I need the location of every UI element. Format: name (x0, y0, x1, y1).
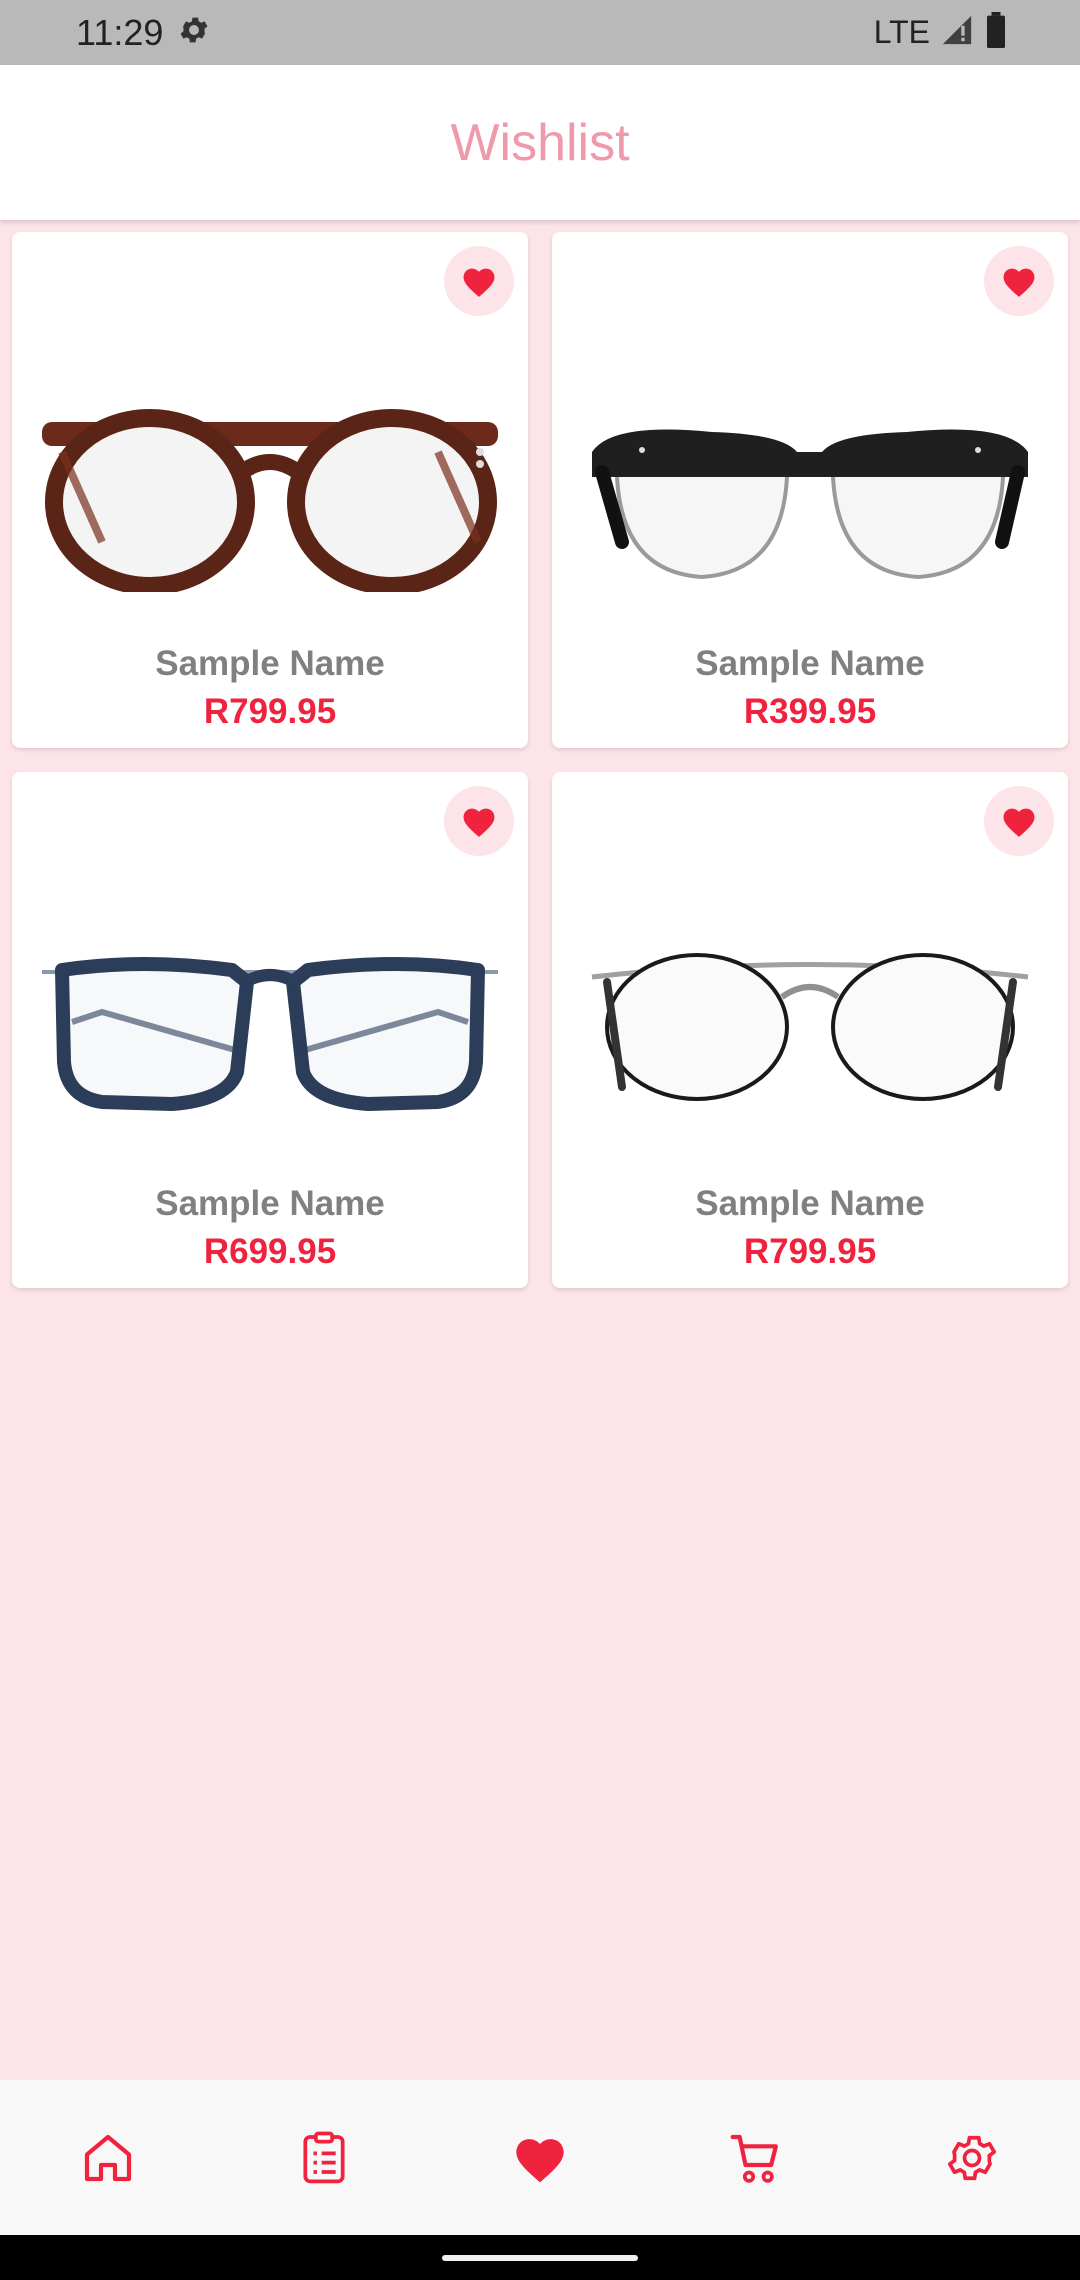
nav-orders[interactable] (274, 2108, 374, 2208)
settings-icon (177, 13, 211, 52)
product-price: R699.95 (203, 1232, 337, 1271)
nav-wishlist[interactable] (490, 2108, 590, 2208)
heart-icon (516, 2138, 564, 2182)
product-price: R399.95 (743, 692, 877, 731)
nav-home[interactable] (58, 2108, 158, 2208)
favorite-button[interactable] (984, 786, 1054, 856)
home-gesture-handle[interactable] (442, 2255, 638, 2261)
favorite-button[interactable] (984, 246, 1054, 316)
home-icon (84, 2134, 132, 2181)
nav-cart[interactable] (706, 2108, 806, 2208)
heart-icon (1003, 808, 1035, 837)
product-card[interactable]: Sample Name R699.95 (12, 772, 528, 1288)
product-image[interactable] (42, 922, 498, 1132)
product-price: R799.95 (203, 692, 337, 731)
favorite-button[interactable] (444, 786, 514, 856)
system-nav-bar (0, 2235, 1080, 2280)
app-header: Wishlist (0, 65, 1080, 220)
status-right: LTE (874, 12, 1008, 53)
heart-icon (463, 268, 495, 297)
product-image[interactable] (582, 922, 1038, 1132)
battery-icon (984, 12, 1008, 53)
favorite-button[interactable] (444, 246, 514, 316)
nav-settings[interactable] (922, 2108, 1022, 2208)
heart-icon (1003, 268, 1035, 297)
product-card[interactable]: Sample Name R799.95 (552, 772, 1068, 1288)
wishlist-grid: Sample Name R799.95 Sample Name R399.95 (12, 232, 1070, 1288)
cart-icon (730, 2134, 778, 2183)
heart-icon (463, 808, 495, 837)
product-name: Sample Name (695, 644, 925, 683)
status-left: 11:29 (76, 12, 211, 54)
settings-icon (947, 2135, 997, 2180)
orders-icon (303, 2131, 345, 2183)
product-name: Sample Name (155, 1184, 385, 1223)
signal-icon (940, 13, 974, 52)
product-card[interactable]: Sample Name R799.95 (12, 232, 528, 748)
product-price: R799.95 (743, 1232, 877, 1271)
product-image[interactable] (42, 382, 498, 592)
product-name: Sample Name (155, 644, 385, 683)
product-image[interactable] (582, 382, 1038, 592)
bottom-nav (0, 2080, 1080, 2235)
status-time: 11:29 (76, 11, 164, 53)
product-card[interactable]: Sample Name R399.95 (552, 232, 1068, 748)
page-title: Wishlist (450, 113, 630, 172)
network-label: LTE (873, 14, 930, 50)
product-name: Sample Name (695, 1184, 925, 1223)
status-bar: 11:29 LTE (0, 0, 1080, 65)
